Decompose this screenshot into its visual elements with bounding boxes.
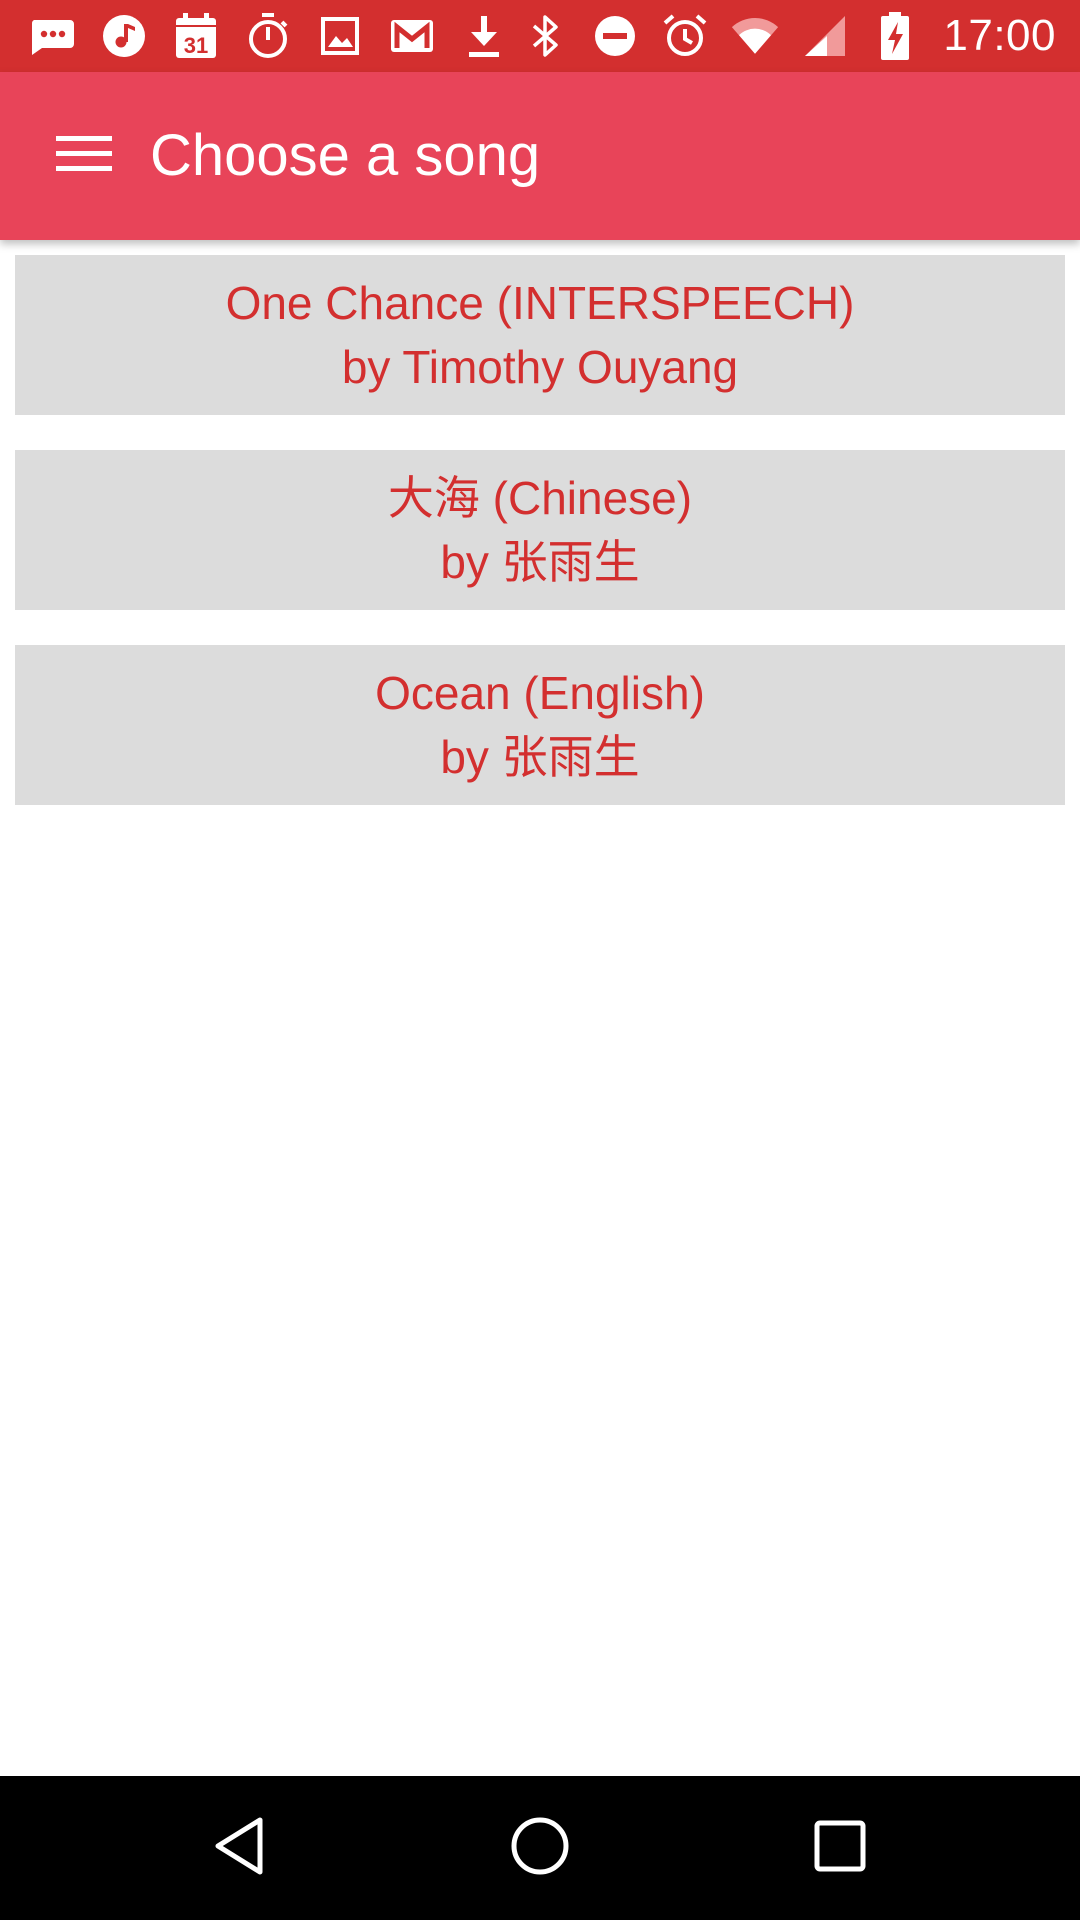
app-bar: Choose a song	[0, 72, 1080, 240]
calendar-day-text: 31	[184, 33, 208, 58]
song-title: One Chance (INTERSPEECH)	[225, 277, 855, 329]
image-icon	[316, 12, 364, 60]
menu-button[interactable]	[36, 114, 132, 198]
system-icons: 17:00	[521, 8, 1056, 64]
navigation-bar	[0, 1776, 1080, 1920]
clock: 17:00	[943, 11, 1056, 60]
do-not-disturb-icon	[591, 12, 639, 60]
song-artist: by Timothy Ouyang	[341, 341, 739, 393]
calendar-icon: 31	[172, 12, 220, 60]
song-title: 大海 (Chinese)	[387, 472, 693, 524]
home-icon	[509, 1815, 571, 1882]
song-artist: by 张雨生	[440, 731, 640, 783]
bluetooth-icon	[521, 12, 569, 60]
download-icon	[460, 12, 508, 60]
home-button[interactable]	[496, 1804, 584, 1892]
battery-charging-icon	[871, 12, 919, 60]
song-item-dahai-chinese[interactable]: 大海 (Chinese) by 张雨生	[15, 450, 1065, 610]
back-icon	[210, 1814, 270, 1883]
messages-icon	[28, 12, 76, 60]
recents-button[interactable]	[796, 1804, 884, 1892]
back-button[interactable]	[196, 1804, 284, 1892]
song-item-ocean-english[interactable]: Ocean (English) by 张雨生	[15, 645, 1065, 805]
stopwatch-icon	[244, 12, 292, 60]
notification-icons: 31	[28, 8, 508, 64]
page-title: Choose a song	[150, 123, 541, 188]
hamburger-menu-icon	[56, 134, 112, 179]
music-note-icon	[100, 12, 148, 60]
song-title: Ocean (English)	[375, 667, 705, 719]
song-artist: by 张雨生	[440, 536, 640, 588]
alarm-icon	[661, 12, 709, 60]
recents-icon	[812, 1818, 868, 1879]
wifi-icon	[731, 12, 779, 60]
gmail-icon	[388, 12, 436, 60]
cell-signal-icon	[801, 12, 849, 60]
song-item-one-chance[interactable]: One Chance (INTERSPEECH) by Timothy Ouya…	[15, 255, 1065, 415]
status-bar: 31 17:00	[0, 0, 1080, 72]
song-list: One Chance (INTERSPEECH) by Timothy Ouya…	[15, 255, 1065, 840]
